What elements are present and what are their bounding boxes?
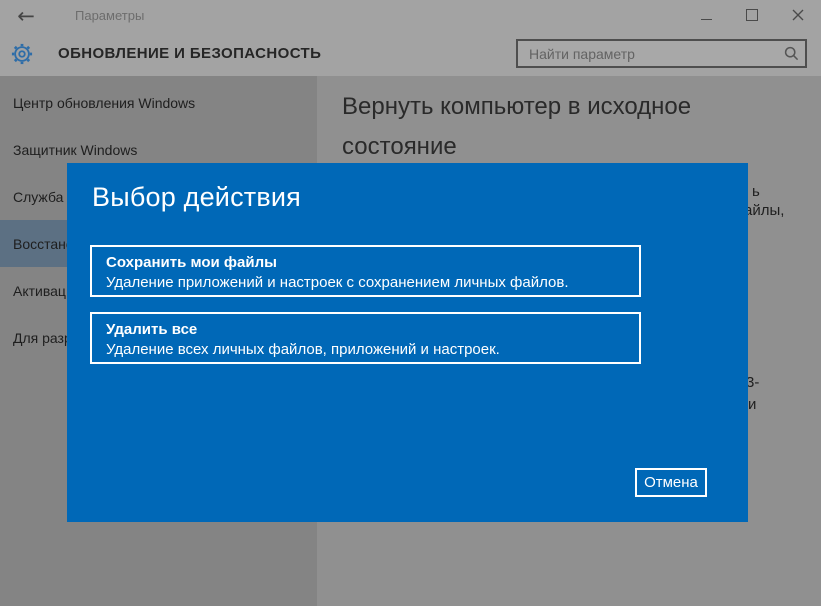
- clipped-text-fragment: и: [748, 396, 757, 413]
- cancel-button[interactable]: Отмена: [635, 468, 707, 497]
- minimize-button[interactable]: [683, 0, 729, 30]
- search-icon: [784, 46, 799, 61]
- option-description: Удаление всех личных файлов, приложений …: [106, 341, 500, 358]
- option-title: Удалить все: [106, 321, 198, 338]
- close-icon: [792, 9, 804, 21]
- clipped-text-fragment: айлы,: [744, 202, 785, 219]
- window-controls: [683, 0, 821, 30]
- content-heading: Вернуть компьютер в исходное состояние: [342, 93, 692, 160]
- option-keep-my-files[interactable]: Сохранить мои файлы Удаление приложений …: [90, 245, 641, 297]
- reset-choice-dialog: Выбор действия Сохранить мои файлы Удале…: [67, 163, 748, 522]
- option-remove-everything[interactable]: Удалить все Удаление всех личных файлов,…: [90, 312, 641, 364]
- maximize-button[interactable]: [729, 0, 775, 30]
- back-button[interactable]: ←: [12, 3, 40, 29]
- search-input[interactable]: [527, 44, 784, 63]
- clipped-text-fragment: ь: [752, 183, 760, 200]
- dialog-title: Выбор действия: [92, 182, 301, 212]
- maximize-icon: [746, 9, 758, 21]
- sidebar-item-windows-update[interactable]: Центр обновления Windows: [0, 79, 317, 126]
- close-button[interactable]: [775, 0, 821, 30]
- option-description: Удаление приложений и настроек с сохране…: [106, 274, 569, 291]
- gear-icon: [11, 43, 33, 65]
- page-title: ОБНОВЛЕНИЕ И БЕЗОПАСНОСТЬ: [58, 45, 322, 62]
- back-arrow-icon: ←: [17, 4, 35, 28]
- window-title: Параметры: [75, 8, 145, 23]
- minimize-icon: [700, 18, 712, 20]
- search-box[interactable]: [516, 39, 807, 68]
- settings-window: ← Параметры ОБНОВЛЕНИЕ И БЕЗОПАСНОСТЬ На…: [0, 0, 821, 606]
- header: ← Параметры ОБНОВЛЕНИЕ И БЕЗОПАСНОСТЬ На…: [0, 0, 821, 76]
- clipped-text-fragment: 3-: [746, 374, 760, 391]
- dialog-options: Сохранить мои файлы Удаление приложений …: [90, 245, 641, 379]
- option-title: Сохранить мои файлы: [106, 254, 277, 271]
